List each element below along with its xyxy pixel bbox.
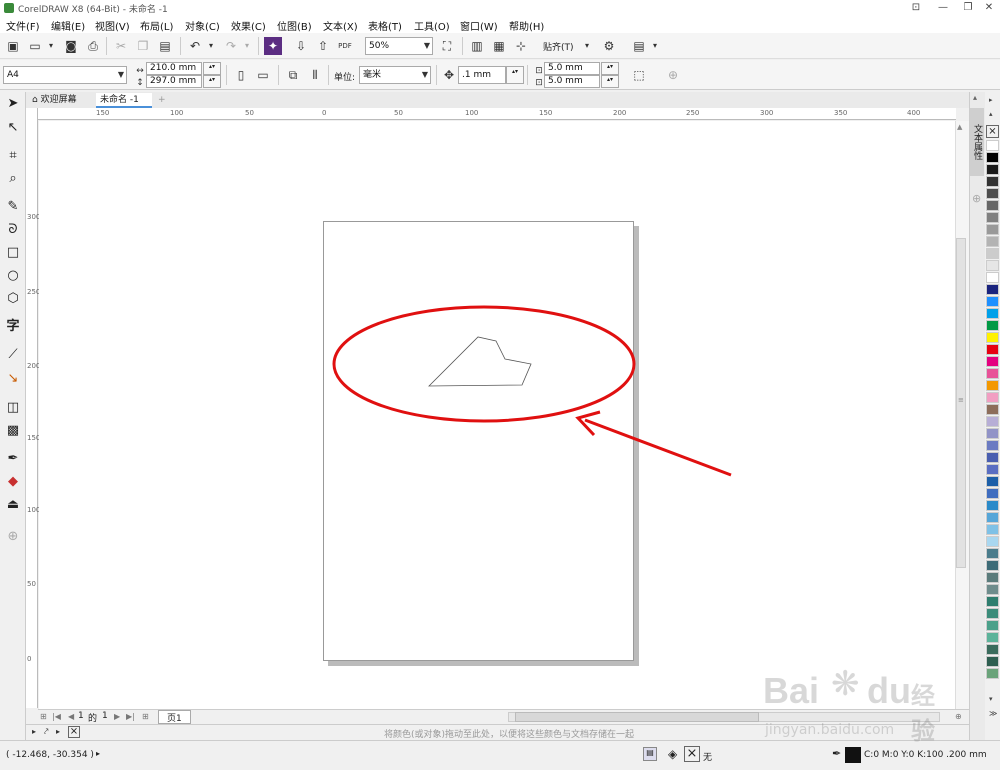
palette-swatch[interactable] bbox=[986, 524, 999, 535]
palette-swatch[interactable] bbox=[986, 440, 999, 451]
palette-swatch[interactable] bbox=[986, 332, 999, 343]
docker-panel: ▴ ⊕ bbox=[969, 92, 985, 740]
next-page-icon[interactable]: ▶ bbox=[114, 712, 120, 721]
palette-hint-text: 将颜色(或对象)拖动至此处，以便将这些颜色与文档存储在一起 bbox=[384, 730, 635, 740]
last-page-icon[interactable]: ▶| bbox=[126, 712, 135, 721]
drawing-layer bbox=[332, 305, 732, 477]
palette-swatch[interactable] bbox=[986, 344, 999, 355]
palette-menu-icon[interactable]: ▸ bbox=[32, 727, 36, 736]
add-docker-icon[interactable]: ⊕ bbox=[972, 192, 981, 205]
palette-swatch[interactable] bbox=[986, 644, 999, 655]
text-properties-docker-tab[interactable]: 文本属性 bbox=[970, 108, 984, 176]
total-pages: 1 bbox=[102, 711, 108, 721]
palette-swatch[interactable] bbox=[986, 152, 999, 163]
palette-swatch[interactable] bbox=[986, 212, 999, 223]
palette-swatch[interactable] bbox=[986, 320, 999, 331]
palette-swatch[interactable] bbox=[986, 572, 999, 583]
palette-swatch[interactable] bbox=[986, 452, 999, 463]
palette-swatch[interactable] bbox=[986, 284, 999, 295]
first-page-icon[interactable]: |◀ bbox=[52, 712, 61, 721]
document-palette-bar: ▸ ⤤ ▸ ⨯ 将颜色(或对象)拖动至此处，以便将这些颜色与文档存储在一起 bbox=[26, 724, 970, 740]
outline-pen-icon: ✒ bbox=[832, 747, 842, 760]
color-proofing-icon[interactable]: ▤ bbox=[643, 747, 657, 761]
palette-swatch[interactable] bbox=[986, 584, 999, 595]
cursor-coordinates: ( -12.468, -30.354 ) bbox=[6, 750, 94, 760]
palette-swatch[interactable] bbox=[986, 140, 999, 151]
fill-status-text: 无 bbox=[703, 753, 713, 763]
status-bar: ( -12.468, -30.354 ) ▸ ▤ ◈ ⨯ 无 ✒ C:0 M:0… bbox=[0, 740, 1000, 770]
eyedropper-icon[interactable]: ⤤ bbox=[44, 727, 49, 737]
palette-swatch[interactable] bbox=[986, 260, 999, 271]
palette-swatch[interactable] bbox=[986, 188, 999, 199]
palette-swatch[interactable] bbox=[986, 356, 999, 367]
palette-swatch[interactable] bbox=[986, 416, 999, 427]
palette-swatch[interactable] bbox=[986, 428, 999, 439]
palette-swatch[interactable] bbox=[986, 380, 999, 391]
palette-swatch[interactable] bbox=[986, 248, 999, 259]
outline-status-text: C:0 M:0 Y:0 K:100 .200 mm bbox=[864, 750, 987, 760]
palette-swatch[interactable] bbox=[986, 164, 999, 175]
palette-swatch[interactable] bbox=[986, 224, 999, 235]
zoom-navigator-icon[interactable]: ⊕ bbox=[955, 712, 962, 721]
annotation-arrow-line bbox=[584, 418, 732, 477]
palette-menu-arrow-icon[interactable]: ≫ bbox=[989, 709, 997, 718]
outline-color-swatch[interactable] bbox=[845, 747, 861, 763]
palette-swatch[interactable] bbox=[986, 608, 999, 619]
palette-swatch[interactable] bbox=[986, 308, 999, 319]
current-page-number: 1 bbox=[78, 711, 84, 721]
palette-scroll-down-icon[interactable]: ▾ bbox=[989, 695, 993, 703]
add-page-before-icon[interactable]: ⊞ bbox=[40, 712, 47, 721]
palette-swatch[interactable] bbox=[986, 620, 999, 631]
palette-swatch[interactable] bbox=[986, 296, 999, 307]
palette-swatch[interactable] bbox=[986, 236, 999, 247]
palette-scroll-up-icon[interactable]: ▸ bbox=[989, 96, 993, 104]
no-color-swatch[interactable]: ⨯ bbox=[68, 726, 80, 738]
palette-swatch[interactable] bbox=[986, 476, 999, 487]
vertical-scroll-thumb[interactable]: ≡ bbox=[956, 238, 966, 568]
palette-swatch[interactable] bbox=[986, 536, 999, 547]
horizontal-scrollbar[interactable] bbox=[508, 712, 940, 722]
palette-collapse-icon[interactable]: ▴ bbox=[989, 110, 993, 118]
palette-swatch[interactable] bbox=[986, 596, 999, 607]
palette-swatch[interactable] bbox=[986, 668, 999, 679]
coords-arrow-icon[interactable]: ▸ bbox=[96, 749, 100, 758]
grip-icon: ≡ bbox=[958, 396, 964, 404]
palette-swatch[interactable] bbox=[986, 392, 999, 403]
fill-none-swatch[interactable]: ⨯ bbox=[684, 746, 700, 762]
palette-swatch[interactable] bbox=[986, 548, 999, 559]
palette-swatch[interactable] bbox=[986, 500, 999, 511]
palette-swatch[interactable] bbox=[986, 656, 999, 667]
palette-swatch[interactable] bbox=[986, 200, 999, 211]
drawn-polygon-shape[interactable] bbox=[428, 336, 532, 387]
annotation-ellipse bbox=[332, 305, 636, 423]
page-of-label: 的 bbox=[88, 714, 98, 724]
add-page-after-icon[interactable]: ⊞ bbox=[142, 712, 149, 721]
scroll-up-icon[interactable]: ▲ bbox=[957, 123, 962, 131]
docker-scroll-up-icon[interactable]: ▴ bbox=[973, 93, 977, 102]
page-tab-1[interactable]: 页1 bbox=[158, 710, 191, 724]
no-fill-swatch[interactable]: ⨯ bbox=[986, 125, 999, 138]
palette-swatch[interactable] bbox=[986, 176, 999, 187]
color-palette: ▸ ▴ ⨯ ▾ ≫ bbox=[985, 92, 1000, 740]
palette-swatch[interactable] bbox=[986, 464, 999, 475]
fill-bucket-icon: ◈ bbox=[668, 747, 678, 761]
palette-swatch[interactable] bbox=[986, 512, 999, 523]
palette-arrow-icon[interactable]: ▸ bbox=[56, 727, 60, 736]
previous-page-icon[interactable]: ◀ bbox=[68, 712, 74, 721]
palette-swatch[interactable] bbox=[986, 272, 999, 283]
horizontal-scroll-thumb[interactable] bbox=[515, 712, 759, 722]
palette-swatch[interactable] bbox=[986, 560, 999, 571]
palette-swatch[interactable] bbox=[986, 488, 999, 499]
palette-swatch[interactable] bbox=[986, 632, 999, 643]
palette-swatch[interactable] bbox=[986, 404, 999, 415]
palette-swatch[interactable] bbox=[986, 368, 999, 379]
page-navigator-bar: ⊞ |◀ ◀ 1 的 1 ▶ ▶| ⊞ 页1 ⊕ bbox=[38, 709, 970, 724]
